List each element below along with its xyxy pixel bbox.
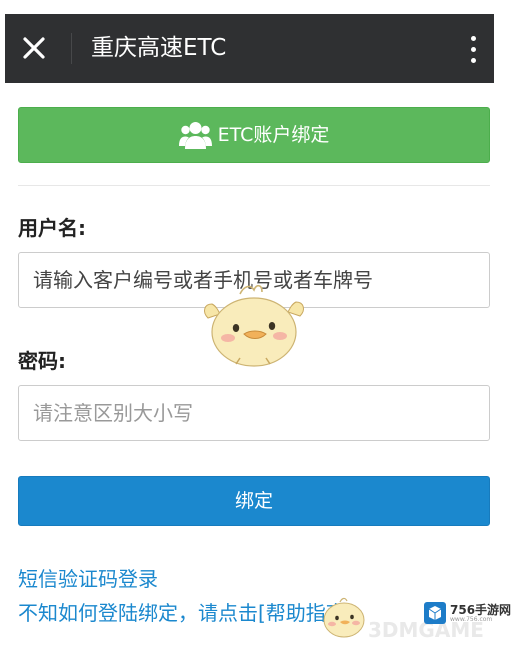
etc-account-bind-label: ETC账户绑定 bbox=[217, 124, 330, 146]
sms-login-link[interactable]: 短信验证码登录 bbox=[18, 566, 158, 592]
title-bar: 重庆高速ETC bbox=[5, 14, 494, 83]
password-label: 密码: bbox=[18, 349, 66, 373]
watermark-756: 756手游网 www.756.com bbox=[424, 600, 511, 626]
756-brand-text: 756手游网 bbox=[450, 603, 511, 617]
help-line: 不知如何登陆绑定，请点击[帮助指南] bbox=[18, 600, 354, 626]
username-input[interactable] bbox=[18, 252, 490, 308]
user-group-icon bbox=[178, 122, 212, 149]
page: 重庆高速ETC ETC账户绑定 用户名: 密码: 绑定 短信验证码登录 不知如何… bbox=[0, 0, 511, 649]
close-icon bbox=[23, 37, 45, 59]
password-input[interactable] bbox=[18, 385, 490, 441]
section-divider bbox=[18, 185, 490, 186]
help-prefix-text: 不知如何登陆绑定，请点击 bbox=[18, 601, 258, 625]
page-title: 重庆高速ETC bbox=[91, 35, 227, 61]
username-label: 用户名: bbox=[18, 216, 86, 240]
more-button[interactable] bbox=[461, 34, 487, 66]
bind-submit-button[interactable]: 绑定 bbox=[18, 476, 490, 526]
title-divider bbox=[71, 33, 72, 64]
756-logo-icon bbox=[424, 602, 446, 624]
756-url-text: www.756.com bbox=[450, 616, 493, 623]
help-guide-link[interactable]: [帮助指南] bbox=[258, 601, 354, 625]
close-button[interactable] bbox=[17, 31, 51, 65]
etc-account-bind-button[interactable]: ETC账户绑定 bbox=[18, 107, 490, 163]
